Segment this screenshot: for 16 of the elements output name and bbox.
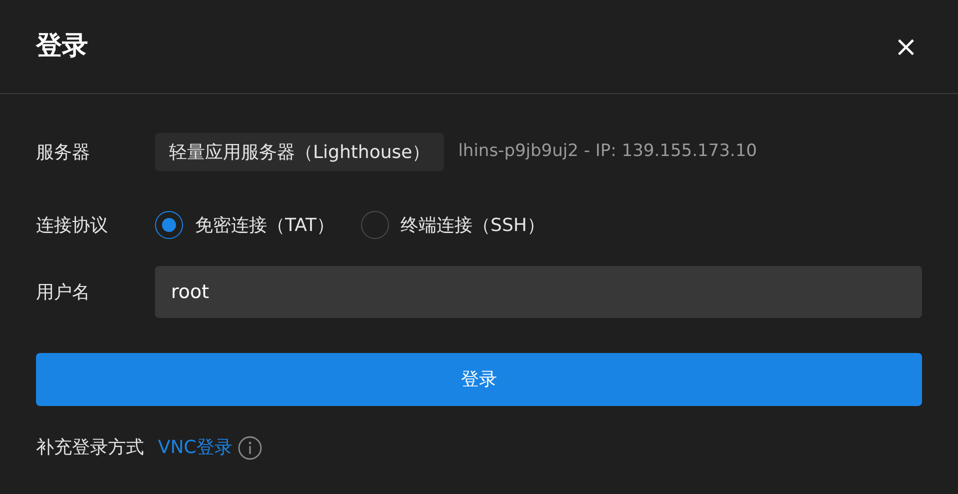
field-label: 服务器 [36, 140, 91, 164]
login-button[interactable]: 登录 [36, 353, 922, 406]
dialog-title: 登录 [36, 30, 88, 63]
radio-button[interactable] [155, 211, 183, 239]
server-type-field: 轻量应用服务器（Lighthouse） [155, 133, 444, 171]
instance-detail: lhins-p9jb9uj2 - IP: 139.155.173.10 [458, 140, 757, 164]
field-label: 连接协议 [36, 214, 109, 238]
radio-button[interactable] [360, 211, 389, 239]
radio-label: 免密连接（TAT） [195, 214, 335, 238]
close-button[interactable]: × [890, 30, 922, 62]
alternative-login-label: 补充登录方式 [36, 436, 144, 460]
radio-label: 终端连接（SSH） [400, 214, 545, 238]
info-icon[interactable] [238, 436, 262, 460]
vnc-login-link[interactable]: VNC登录 [158, 434, 232, 461]
field-label: 用户名 [36, 280, 91, 304]
username-field[interactable]: root [155, 266, 922, 318]
